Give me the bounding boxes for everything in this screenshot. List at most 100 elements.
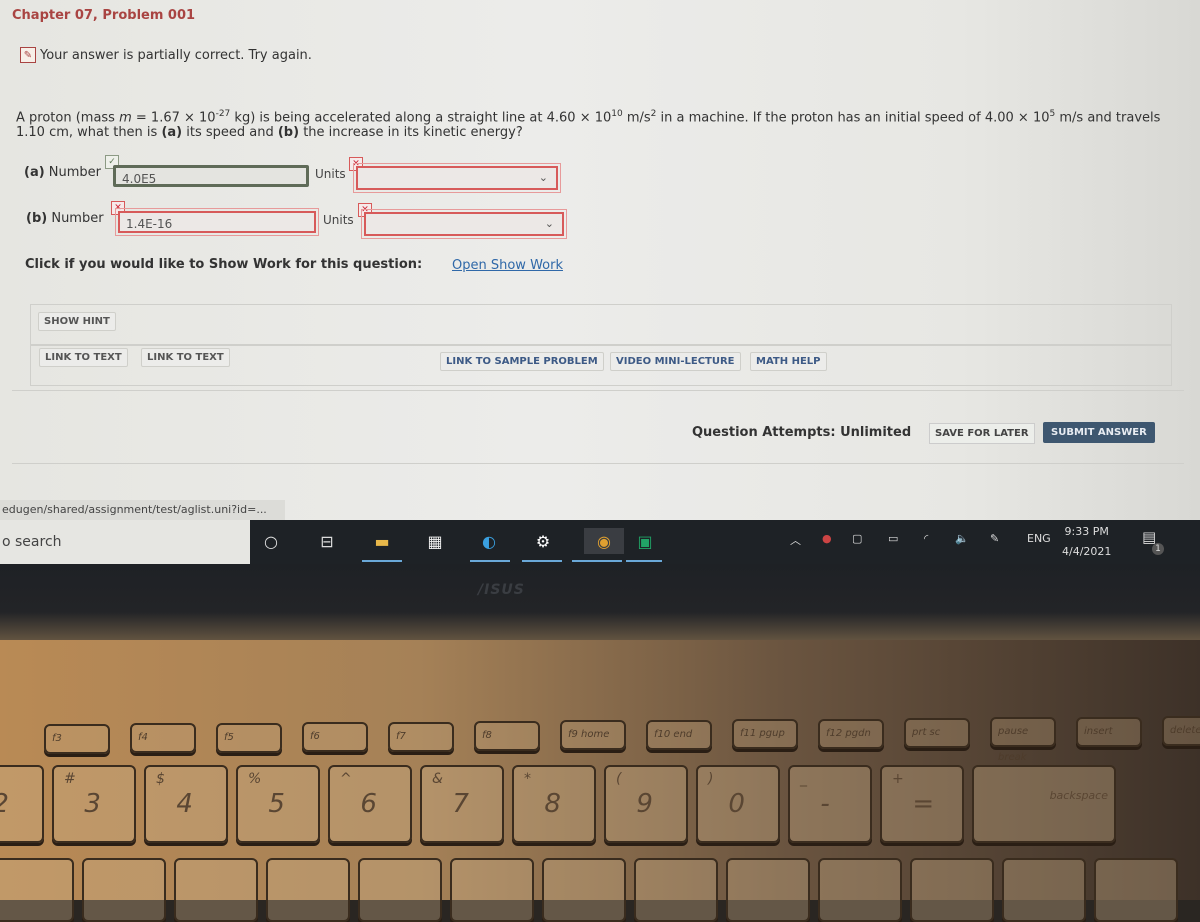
key-label: 2	[0, 789, 9, 819]
laptop-bezel	[0, 564, 1200, 644]
show-hint-button[interactable]: SHOW HINT	[38, 312, 116, 331]
number-key: & 7	[420, 765, 504, 843]
function-key: f7	[388, 721, 454, 752]
excel-icon[interactable]: ▣	[632, 528, 658, 554]
function-key: prt sc	[904, 718, 970, 748]
language-indicator[interactable]: ENG	[1027, 532, 1051, 545]
browser-viewport: Chapter 07, Problem 001 ✎ Your answer is…	[0, 0, 1200, 520]
key-label: 4	[176, 789, 193, 819]
key-label: 6	[360, 789, 377, 819]
letter-key	[542, 858, 626, 922]
hint-panel	[30, 304, 1172, 346]
active-indicator	[522, 560, 562, 562]
brand-logo: /ISUS	[478, 582, 525, 598]
letter-key	[174, 858, 258, 922]
clock[interactable]: 9:33 PM 4/4/2021	[1062, 522, 1111, 562]
key-shift-label: +	[892, 771, 904, 787]
key-label: -	[820, 789, 830, 819]
battery-icon[interactable]: ▭	[888, 532, 898, 545]
key-label: 7	[452, 789, 469, 819]
sample-problem-button[interactable]: LINK TO SAMPLE PROBLEM	[440, 352, 604, 371]
volume-icon[interactable]: 🔈	[955, 532, 969, 545]
settings-icon[interactable]: ⚙	[530, 528, 556, 554]
math-help-button[interactable]: MATH HELP	[750, 352, 827, 371]
function-key: f6	[302, 722, 368, 753]
letter-key	[726, 858, 810, 922]
question-text: A proton (mass m = 1.67 × 10-27 kg) is b…	[16, 109, 1161, 141]
function-key: f4	[130, 723, 196, 754]
function-key: delete	[1162, 716, 1200, 747]
status-message: ✎ Your answer is partially correct. Try …	[20, 47, 312, 63]
function-key: f3	[44, 724, 110, 754]
letter-key	[818, 858, 902, 922]
number-key: backspace	[972, 765, 1116, 843]
letter-key	[634, 858, 718, 922]
question-attempts: Question Attempts: Unlimited	[692, 425, 912, 440]
number-key: $4	[144, 765, 228, 843]
cortana-icon[interactable]: ○	[258, 528, 284, 554]
submit-answer-button[interactable]: SUBMIT ANSWER	[1043, 422, 1155, 443]
number-key: (9	[604, 765, 688, 843]
letter-key	[1002, 858, 1086, 922]
chevron-down-icon: ⌄	[538, 171, 548, 184]
task-view-icon[interactable]: ⊟	[314, 528, 340, 554]
show-work-prompt: Click if you would like to Show Work for…	[25, 257, 423, 272]
taskbar-search-input[interactable]: o search	[0, 520, 250, 564]
network-error-icon[interactable]: ●	[822, 532, 832, 545]
key-shift-label: *	[524, 771, 531, 787]
letter-key	[0, 858, 74, 922]
letter-key	[910, 858, 994, 922]
chrome-icon[interactable]: ◉	[584, 528, 624, 554]
show-hidden-icons-chevron-icon[interactable]: ︿	[790, 532, 801, 548]
pen-icon[interactable]: ✎	[990, 532, 999, 545]
pencil-icon: ✎	[20, 47, 36, 63]
function-key: f8	[474, 721, 540, 751]
microsoft-store-icon[interactable]: ▦	[422, 528, 448, 554]
save-for-later-button[interactable]: SAVE FOR LATER	[929, 423, 1035, 444]
function-key: f9 home	[560, 720, 626, 751]
number-key: ) 0	[696, 765, 780, 843]
answer-b-units-select[interactable]: ⌄	[361, 209, 567, 239]
key-label: 8	[544, 789, 561, 819]
letter-key	[358, 858, 442, 922]
open-show-work-link[interactable]: Open Show Work	[452, 258, 563, 273]
link-to-text-button-1[interactable]: LINK TO TEXT	[39, 348, 128, 367]
answer-b-number-input[interactable]: 1.4E-16	[115, 208, 319, 236]
active-indicator	[572, 560, 622, 562]
time: 9:33 PM	[1064, 525, 1109, 538]
key-label: =	[912, 789, 935, 819]
letter-key	[1094, 858, 1178, 922]
function-key: f11 pgup	[732, 719, 798, 750]
key-shift-label: (	[616, 771, 622, 787]
answer-a-number-input[interactable]: 4.0E5	[113, 165, 309, 187]
number-key: * 8	[512, 765, 596, 843]
active-indicator	[362, 560, 402, 562]
key-label: 3	[84, 789, 101, 819]
number-key: % 5	[236, 765, 320, 843]
answer-a-units-select[interactable]: ⌄	[353, 163, 561, 193]
answer-b-units-label: Units	[323, 213, 354, 227]
number-key: ^ 6	[328, 765, 412, 843]
letter-key	[82, 858, 166, 922]
video-mini-lecture-button[interactable]: VIDEO MINI-LECTURE	[610, 352, 741, 371]
key-label: 9	[636, 789, 653, 819]
answer-a-label: (a) Number	[24, 165, 102, 180]
date: 4/4/2021	[1062, 545, 1112, 558]
key-shift-label: )	[708, 771, 714, 787]
wifi-icon[interactable]: ◜	[924, 532, 928, 545]
answer-a-units-label: Units	[315, 167, 346, 181]
key-label: 0	[728, 789, 745, 819]
letter-key	[266, 858, 350, 922]
key-label: 5	[268, 789, 285, 819]
number-key: + =	[880, 765, 964, 843]
number-key: _ -	[788, 765, 872, 843]
notification-count: 1	[1152, 543, 1164, 555]
screen-icon[interactable]: ▢	[852, 532, 862, 545]
edge-icon[interactable]: ◐	[476, 528, 502, 554]
letter-key	[450, 858, 534, 922]
active-indicator	[470, 560, 510, 562]
status-bar-url: edugen/shared/assignment/test/aglist.uni…	[0, 500, 285, 520]
link-to-text-button-2[interactable]: LINK TO TEXT	[141, 348, 230, 367]
key-shift-label: ^	[340, 771, 352, 787]
file-explorer-icon[interactable]: ▬	[369, 528, 395, 554]
